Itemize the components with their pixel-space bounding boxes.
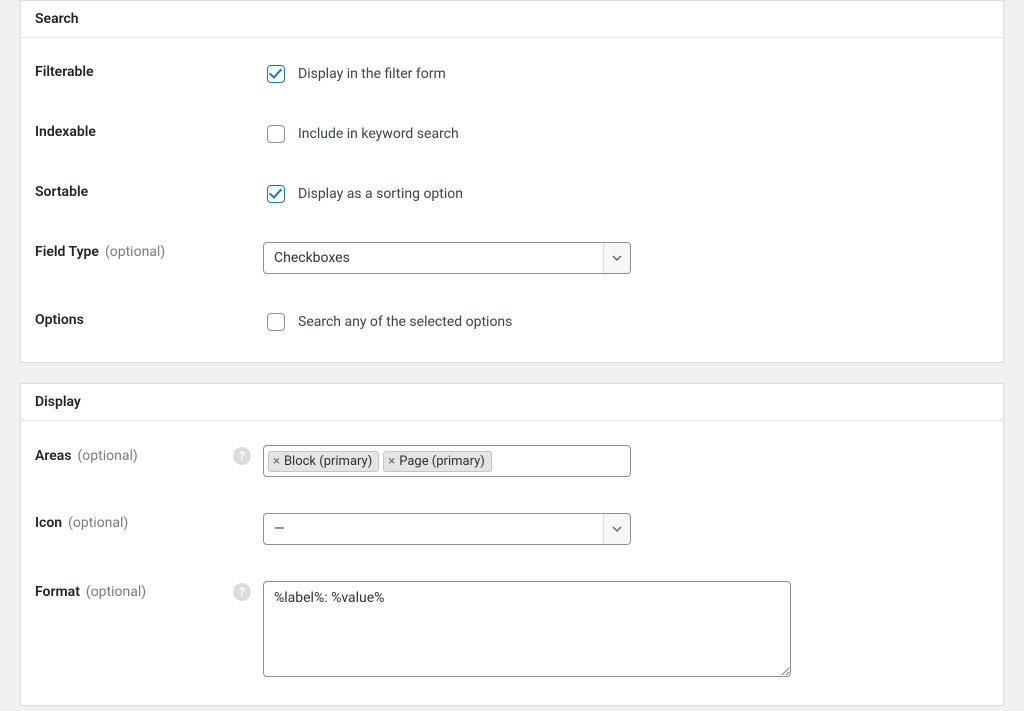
search-panel-title: Search bbox=[21, 1, 1003, 38]
help-icon[interactable]: ? bbox=[233, 583, 251, 601]
search-panel-body: Filterable Display in the filter form In… bbox=[21, 38, 1003, 362]
sortable-checkbox[interactable] bbox=[267, 185, 285, 203]
areas-tag: × Page (primary) bbox=[383, 451, 492, 472]
filterable-label: Filterable bbox=[35, 64, 94, 80]
format-label: Format bbox=[35, 584, 80, 600]
options-label: Options bbox=[35, 312, 84, 328]
help-icon[interactable]: ? bbox=[233, 447, 251, 465]
tag-label: Page (primary) bbox=[399, 454, 485, 469]
filterable-control: Display in the filter form bbox=[263, 62, 446, 86]
areas-tag-field[interactable]: × Block (primary) × Page (primary) bbox=[263, 445, 631, 477]
sortable-label: Sortable bbox=[35, 184, 88, 200]
options-row: Options Search any of the selected optio… bbox=[21, 292, 1003, 352]
display-panel-title: Display bbox=[21, 384, 1003, 421]
options-checkbox-label: Search any of the selected options bbox=[298, 314, 512, 330]
icon-label: Icon bbox=[35, 515, 62, 531]
sortable-row: Sortable Display as a sorting option bbox=[21, 164, 1003, 224]
field-type-select[interactable]: Checkboxes bbox=[263, 242, 631, 274]
chevron-down-icon bbox=[603, 243, 630, 273]
chevron-down-icon bbox=[603, 514, 630, 544]
icon-select-value: — bbox=[264, 514, 603, 544]
icon-row: Icon (optional) — bbox=[21, 495, 1003, 563]
tag-remove-icon[interactable]: × bbox=[388, 455, 397, 468]
field-type-select-value: Checkboxes bbox=[264, 243, 603, 273]
display-panel-body: Areas (optional) ? × Block (primary) × P… bbox=[21, 421, 1003, 705]
options-checkbox[interactable] bbox=[267, 313, 285, 331]
areas-tag: × Block (primary) bbox=[268, 451, 379, 472]
sortable-control: Display as a sorting option bbox=[263, 182, 463, 206]
indexable-label: Indexable bbox=[35, 124, 96, 140]
field-type-label: Field Type bbox=[35, 244, 99, 260]
indexable-checkbox-label: Include in keyword search bbox=[298, 126, 459, 142]
icon-optional: (optional) bbox=[68, 515, 128, 531]
options-control: Search any of the selected options bbox=[263, 310, 512, 334]
field-type-row: Field Type (optional) Checkboxes bbox=[21, 224, 1003, 292]
indexable-row: Indexable Include in keyword search bbox=[21, 104, 1003, 164]
filterable-checkbox-label: Display in the filter form bbox=[298, 66, 446, 82]
areas-label: Areas bbox=[35, 448, 72, 464]
tag-label: Block (primary) bbox=[284, 454, 372, 469]
areas-row: Areas (optional) ? × Block (primary) × P… bbox=[21, 427, 1003, 495]
field-type-optional: (optional) bbox=[105, 244, 165, 260]
indexable-checkbox[interactable] bbox=[267, 125, 285, 143]
format-optional: (optional) bbox=[86, 584, 146, 600]
sortable-checkbox-label: Display as a sorting option bbox=[298, 186, 463, 202]
display-panel: Display Areas (optional) ? × Block (prim… bbox=[20, 383, 1004, 706]
indexable-control: Include in keyword search bbox=[263, 122, 459, 146]
search-panel: Search Filterable Display in the filter … bbox=[20, 0, 1004, 363]
tag-remove-icon[interactable]: × bbox=[273, 455, 282, 468]
format-row: Format (optional) ? bbox=[21, 563, 1003, 695]
filterable-checkbox[interactable] bbox=[267, 65, 285, 83]
areas-optional: (optional) bbox=[78, 448, 138, 464]
format-textarea[interactable] bbox=[263, 581, 791, 677]
filterable-row: Filterable Display in the filter form bbox=[21, 44, 1003, 104]
icon-select[interactable]: — bbox=[263, 513, 631, 545]
